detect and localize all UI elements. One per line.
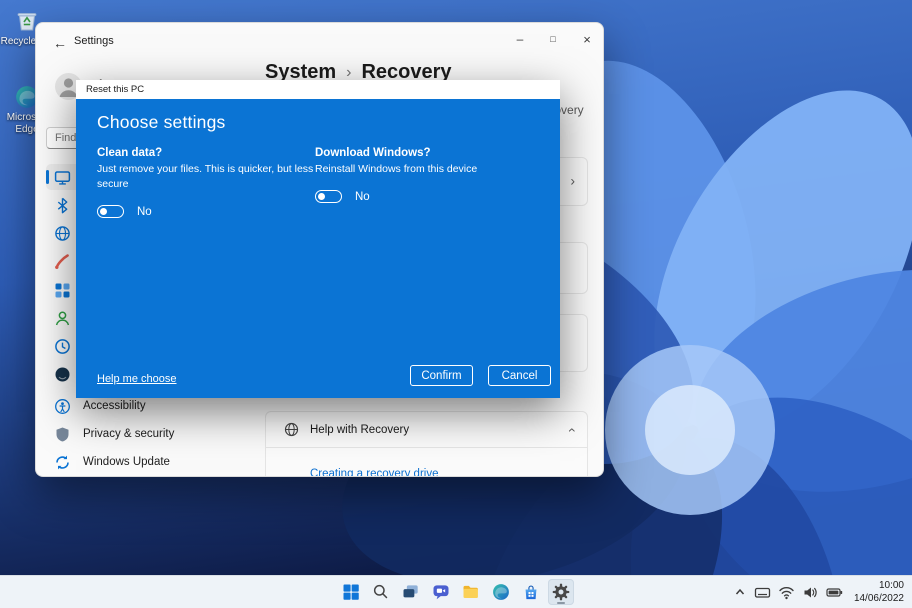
clean-data-option: Clean data? Just remove your files. This…: [97, 147, 315, 218]
help-link[interactable]: Creating a recovery drive: [310, 468, 438, 477]
option-title: Download Windows?: [315, 147, 533, 159]
bluetooth-icon: [53, 196, 71, 214]
download-windows-toggle[interactable]: [315, 190, 342, 203]
accessibility-icon: [53, 397, 71, 415]
xbox-icon: [53, 365, 71, 383]
apps-grid-icon: [53, 281, 71, 299]
dialog-body: Choose settings Clean data? Just remove …: [76, 99, 560, 398]
toggle-knob: [318, 193, 325, 200]
maximize-icon: □: [550, 34, 555, 44]
help-expander-body: Creating a recovery drive: [265, 448, 588, 477]
dialog-heading: Choose settings: [97, 112, 226, 133]
close-icon: ×: [583, 32, 591, 47]
search-icon: [371, 582, 391, 602]
option-title: Clean data?: [97, 147, 315, 159]
minimize-button[interactable]: –: [508, 28, 532, 50]
sidebar-item-label: Privacy & security: [83, 428, 174, 440]
close-button[interactable]: ×: [575, 28, 599, 50]
settings-button[interactable]: [548, 579, 574, 605]
maximize-button[interactable]: □: [541, 28, 565, 50]
shield-icon: [53, 425, 71, 443]
chevron-right-icon: ›: [570, 172, 575, 188]
reset-pc-dialog: Reset this PC Choose settings Clean data…: [76, 80, 560, 398]
globe-icon: [53, 224, 71, 242]
edge-button[interactable]: [488, 579, 514, 605]
tray-date: 14/06/2022: [854, 592, 904, 605]
store-button[interactable]: [518, 579, 544, 605]
system-icon: [53, 168, 71, 186]
back-arrow-icon: ←: [53, 35, 67, 51]
store-icon: [521, 582, 541, 602]
chat-button[interactable]: [428, 579, 454, 605]
taskbar: 10:00 14/06/2022: [0, 575, 912, 608]
help-expander: Help with Recovery › Creating a recovery…: [265, 411, 588, 477]
sidebar-item-label: Windows Update: [83, 456, 170, 468]
battery-icon[interactable]: [826, 584, 843, 601]
chevron-up-icon: [733, 585, 747, 599]
cancel-button[interactable]: Cancel: [488, 365, 551, 386]
update-arrows-icon: [53, 453, 71, 471]
sidebar-item-privacy-security[interactable]: Privacy & security: [46, 421, 272, 447]
dialog-titlebar: Reset this PC: [76, 80, 560, 99]
minimize-icon: –: [517, 32, 524, 46]
help-me-choose-link[interactable]: Help me choose: [97, 373, 177, 385]
screen: Recycle Bin Microsoft Edge ← Settings – …: [0, 0, 912, 608]
sidebar-item-windows-update[interactable]: Windows Update: [46, 449, 272, 475]
confirm-button[interactable]: Confirm: [410, 365, 473, 386]
wifi-icon[interactable]: [778, 584, 795, 601]
toggle-value: No: [137, 206, 152, 218]
tray-chevron-up[interactable]: [733, 585, 747, 599]
toggle-value: No: [355, 191, 370, 203]
globe-help-icon: [284, 422, 299, 437]
help-expander-header[interactable]: Help with Recovery ›: [265, 411, 588, 448]
clock-icon: [53, 337, 71, 355]
tray-time: 10:00: [854, 579, 904, 592]
chat-icon: [431, 582, 451, 602]
download-windows-option: Download Windows? Reinstall Windows from…: [315, 147, 533, 218]
windows-logo-icon: [341, 582, 361, 602]
clean-data-toggle[interactable]: [97, 205, 124, 218]
chevron-right-icon: ›: [346, 64, 351, 82]
folder-icon: [461, 582, 481, 602]
edge-icon: [491, 582, 511, 602]
chevron-up-icon: ›: [563, 427, 579, 432]
task-view-button[interactable]: [398, 579, 424, 605]
back-button[interactable]: ←: [48, 31, 72, 55]
person-green-icon: [53, 309, 71, 327]
dialog-title: Reset this PC: [86, 84, 144, 95]
toggle-knob: [100, 208, 107, 215]
sidebar-item-label: Accessibility: [83, 400, 146, 412]
option-description: Reinstall Windows from this device: [315, 162, 533, 177]
tray-clock[interactable]: 10:00 14/06/2022: [854, 579, 904, 605]
task-view-icon: [401, 582, 421, 602]
help-section-title: Help with Recovery: [310, 424, 409, 436]
search-button[interactable]: [368, 579, 394, 605]
start-button[interactable]: [338, 579, 364, 605]
volume-icon[interactable]: [802, 584, 819, 601]
brush-icon: [53, 252, 71, 270]
gear-icon: [551, 582, 571, 602]
file-explorer-button[interactable]: [458, 579, 484, 605]
option-description: Just remove your files. This is quicker,…: [97, 162, 315, 192]
touch-keyboard-icon[interactable]: [754, 584, 771, 601]
window-title: Settings: [74, 35, 114, 47]
